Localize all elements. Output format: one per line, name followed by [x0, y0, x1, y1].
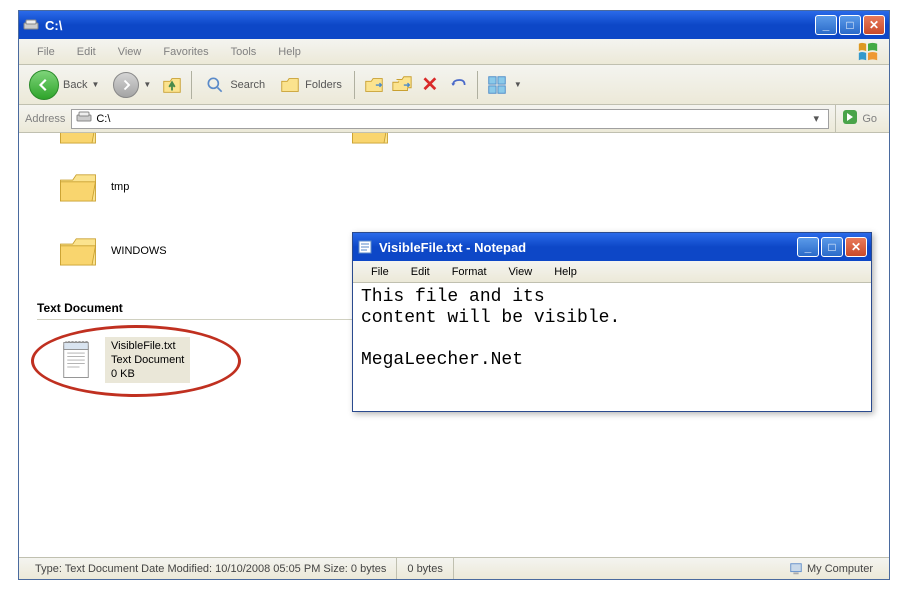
close-button[interactable]: ✕ [863, 15, 885, 35]
address-input[interactable]: C:\ ▾ [71, 109, 829, 129]
menu-tools[interactable]: Tools [221, 43, 267, 61]
status-location: My Computer [779, 558, 883, 579]
menu-favorites[interactable]: Favorites [153, 43, 218, 61]
folders-label: Folders [305, 79, 342, 91]
folders-icon [279, 74, 301, 96]
window-controls: _ □ ✕ [815, 15, 885, 35]
notepad-maximize-button[interactable]: □ [821, 237, 843, 257]
forward-button[interactable]: ▼ [109, 70, 155, 100]
notepad-titlebar[interactable]: VisibleFile.txt - Notepad _ □ ✕ [353, 233, 871, 261]
section-header-text-document: Text Document [37, 301, 123, 315]
folder-icon [57, 233, 99, 269]
toolbar-separator [477, 71, 478, 99]
folder-item[interactable] [57, 133, 99, 147]
file-size: 0 KB [111, 367, 184, 381]
undo-button[interactable] [447, 74, 469, 96]
menu-help[interactable]: Help [268, 43, 311, 61]
folder-icon [349, 133, 391, 147]
explorer-menubar: File Edit View Favorites Tools Help [19, 39, 889, 65]
folder-tmp[interactable]: tmp [57, 169, 129, 205]
folder-icon [57, 133, 99, 147]
back-arrow-icon [29, 70, 59, 100]
folder-icon [57, 169, 99, 205]
folders-button[interactable]: Folders [275, 72, 346, 98]
file-name: VisibleFile.txt [111, 339, 184, 353]
search-label: Search [230, 79, 265, 91]
maximize-button[interactable]: □ [839, 15, 861, 35]
explorer-title: C:\ [45, 18, 815, 33]
explorer-titlebar[interactable]: C:\ _ □ ✕ [19, 11, 889, 39]
address-value: C:\ [96, 113, 110, 125]
folder-item[interactable] [349, 133, 391, 147]
status-bar: Type: Text Document Date Modified: 10/10… [19, 557, 889, 579]
delete-button[interactable]: ✕ [419, 74, 441, 96]
back-button[interactable]: Back ▼ [25, 68, 103, 102]
search-icon [204, 74, 226, 96]
notepad-menu-view[interactable]: View [499, 263, 543, 281]
notepad-menu-format[interactable]: Format [442, 263, 497, 281]
forward-dropdown-icon[interactable]: ▼ [143, 80, 151, 89]
minimize-button[interactable]: _ [815, 15, 837, 35]
status-details: Type: Text Document Date Modified: 10/10… [25, 558, 397, 579]
views-button[interactable] [486, 74, 508, 96]
file-type: Text Document [111, 353, 184, 367]
menu-file[interactable]: File [27, 43, 65, 61]
notepad-menu-file[interactable]: File [361, 263, 399, 281]
drive-icon [23, 17, 39, 33]
notepad-title: VisibleFile.txt - Notepad [379, 240, 797, 255]
notepad-window: VisibleFile.txt - Notepad _ □ ✕ File Edi… [352, 232, 872, 412]
notepad-minimize-button[interactable]: _ [797, 237, 819, 257]
notepad-menu-edit[interactable]: Edit [401, 263, 440, 281]
notepad-text-area[interactable]: This file and its content will be visibl… [353, 283, 871, 411]
text-file-icon [57, 339, 95, 381]
menu-edit[interactable]: Edit [67, 43, 106, 61]
file-visiblefile[interactable]: VisibleFile.txt Text Document 0 KB [57, 337, 190, 383]
views-dropdown-icon[interactable]: ▼ [514, 80, 522, 89]
notepad-window-controls: _ □ ✕ [797, 237, 867, 257]
address-label: Address [25, 113, 65, 125]
status-bytes: 0 bytes [397, 558, 453, 579]
explorer-toolbar: Back ▼ ▼ Search Folders [19, 65, 889, 105]
notepad-menubar: File Edit Format View Help [353, 261, 871, 283]
go-button[interactable]: Go [835, 105, 883, 133]
back-dropdown-icon[interactable]: ▼ [91, 80, 99, 89]
computer-icon [789, 562, 803, 576]
folder-label: WINDOWS [111, 245, 167, 257]
folder-windows[interactable]: WINDOWS [57, 233, 167, 269]
menu-view[interactable]: View [108, 43, 152, 61]
address-dropdown-icon[interactable]: ▾ [808, 112, 824, 125]
file-details: VisibleFile.txt Text Document 0 KB [105, 337, 190, 383]
windows-logo-icon [855, 41, 881, 63]
toolbar-separator [354, 71, 355, 99]
up-button[interactable] [161, 74, 183, 96]
search-button[interactable]: Search [200, 72, 269, 98]
address-bar: Address C:\ ▾ Go [19, 105, 889, 133]
notepad-menu-help[interactable]: Help [544, 263, 587, 281]
notepad-icon [357, 239, 373, 255]
address-drive-icon [76, 109, 92, 128]
copy-to-button[interactable] [391, 74, 413, 96]
notepad-close-button[interactable]: ✕ [845, 237, 867, 257]
delete-x-icon: ✕ [421, 72, 438, 97]
back-label: Back [63, 79, 87, 91]
toolbar-separator [191, 71, 192, 99]
forward-arrow-icon [113, 72, 139, 98]
go-label: Go [862, 113, 877, 125]
folder-label: tmp [111, 181, 129, 193]
go-arrow-icon [842, 109, 858, 128]
move-to-button[interactable] [363, 74, 385, 96]
